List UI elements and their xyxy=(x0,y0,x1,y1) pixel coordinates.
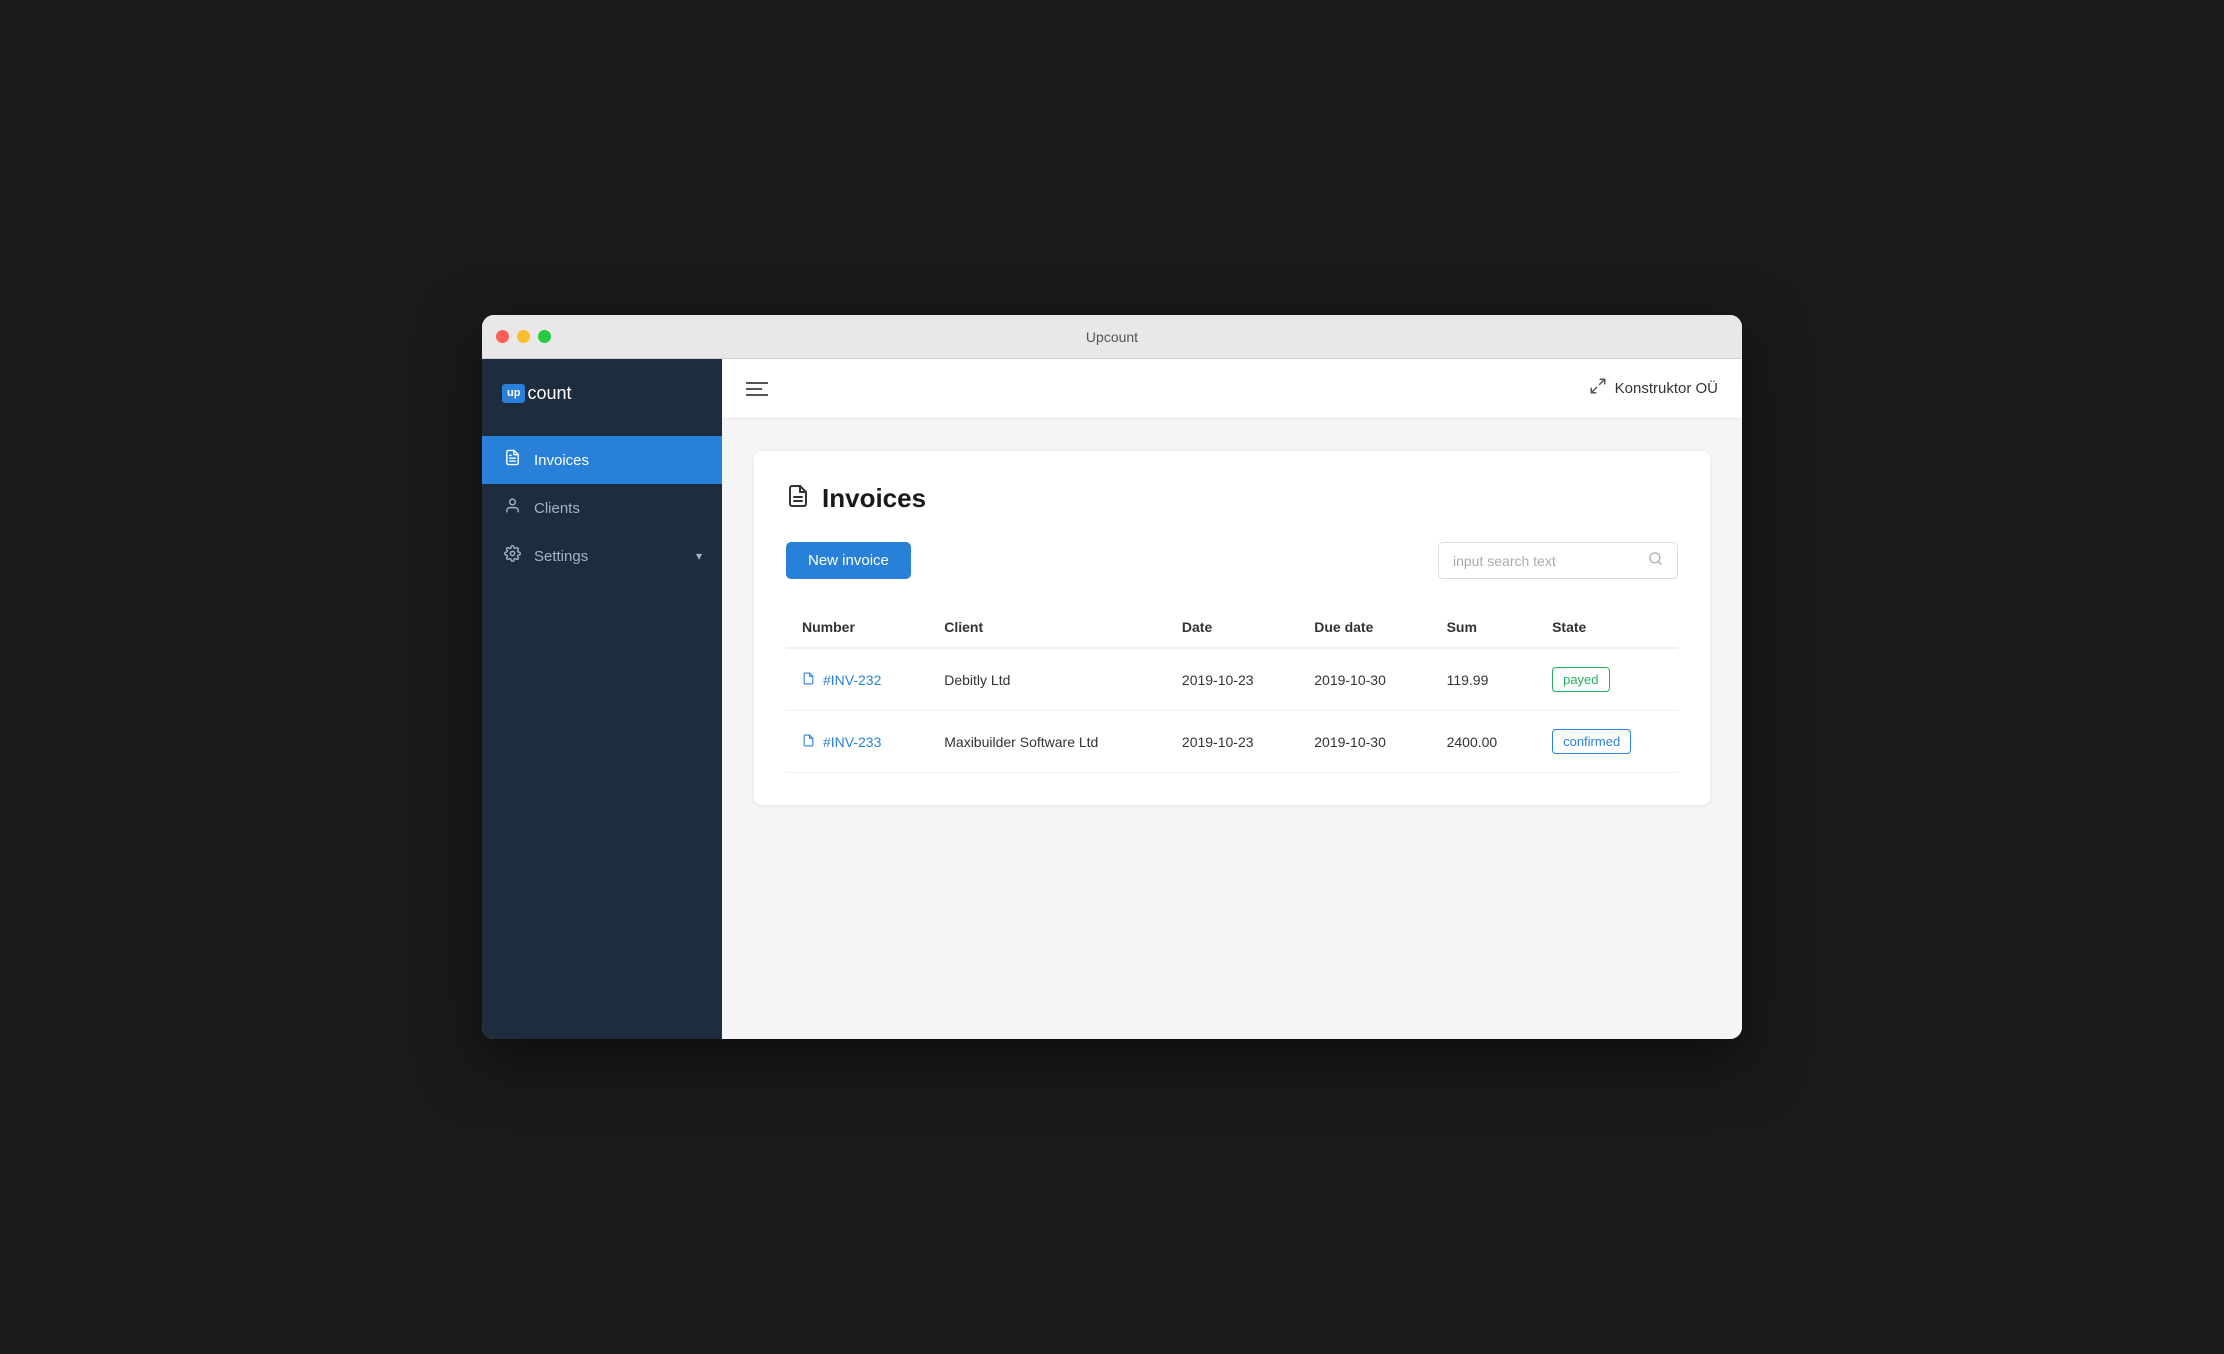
logo-up: up xyxy=(502,384,525,403)
col-state: State xyxy=(1536,607,1678,648)
app-layout: up count Invoices xyxy=(482,359,1742,1039)
cell-sum-0: 119.99 xyxy=(1431,648,1537,711)
cell-number-1: #INV-233 xyxy=(786,711,928,773)
toolbar: New invoice xyxy=(786,542,1678,579)
menu-icon[interactable] xyxy=(746,382,768,396)
cell-date-0: 2019-10-23 xyxy=(1166,648,1298,711)
col-sum: Sum xyxy=(1431,607,1537,648)
search-icon xyxy=(1648,551,1663,570)
content-area: Invoices New invoice xyxy=(722,419,1742,1039)
minimize-button[interactable] xyxy=(517,330,530,343)
sidebar-clients-label: Clients xyxy=(534,500,702,517)
cell-client-1: Maxibuilder Software Ltd xyxy=(928,711,1166,773)
invoice-row-icon-1 xyxy=(802,734,815,750)
window-title: Upcount xyxy=(1086,329,1138,345)
company-icon xyxy=(1589,377,1607,400)
menu-line-2 xyxy=(746,388,762,390)
table-header-row: Number Client Date Due date Sum State xyxy=(786,607,1678,648)
sidebar-nav: Invoices Clients xyxy=(482,436,722,580)
logo: up count xyxy=(482,359,722,428)
company-name: Konstruktor OÜ xyxy=(1615,380,1718,397)
cell-state-1: confirmed xyxy=(1536,711,1678,773)
col-date: Date xyxy=(1166,607,1298,648)
col-due-date: Due date xyxy=(1298,607,1430,648)
cell-sum-1: 2400.00 xyxy=(1431,711,1537,773)
search-input[interactable] xyxy=(1453,553,1640,569)
settings-icon xyxy=(502,545,522,567)
menu-line-1 xyxy=(746,382,768,384)
chevron-down-icon: ▾ xyxy=(696,549,702,563)
table-row: #INV-233 Maxibuilder Software Ltd 2019-1… xyxy=(786,711,1678,773)
cell-state-0: payed xyxy=(1536,648,1678,711)
close-button[interactable] xyxy=(496,330,509,343)
logo-count: count xyxy=(527,383,571,404)
invoices-icon xyxy=(502,449,522,471)
cell-number-0: #INV-232 xyxy=(786,648,928,711)
search-box xyxy=(1438,542,1678,579)
cell-date-1: 2019-10-23 xyxy=(1166,711,1298,773)
invoice-row-icon-0 xyxy=(802,672,815,688)
menu-line-3 xyxy=(746,394,768,396)
page-header: Invoices xyxy=(786,483,1678,514)
company-selector[interactable]: Konstruktor OÜ xyxy=(1589,377,1718,400)
titlebar: Upcount xyxy=(482,315,1742,359)
sidebar: up count Invoices xyxy=(482,359,722,1039)
maximize-button[interactable] xyxy=(538,330,551,343)
sidebar-invoices-label: Invoices xyxy=(534,452,702,469)
col-client: Client xyxy=(928,607,1166,648)
state-badge-1: confirmed xyxy=(1552,729,1631,754)
page-header-icon xyxy=(786,484,810,514)
cell-due-date-0: 2019-10-30 xyxy=(1298,648,1430,711)
state-badge-0: payed xyxy=(1552,667,1609,692)
content-card: Invoices New invoice xyxy=(754,451,1710,805)
cell-due-date-1: 2019-10-30 xyxy=(1298,711,1430,773)
table-body: #INV-232 Debitly Ltd 2019-10-23 2019-10-… xyxy=(786,648,1678,773)
sidebar-item-settings[interactable]: Settings ▾ xyxy=(482,532,722,580)
sidebar-item-invoices[interactable]: Invoices xyxy=(482,436,722,484)
table-header: Number Client Date Due date Sum State xyxy=(786,607,1678,648)
sidebar-settings-label: Settings xyxy=(534,548,684,565)
sidebar-item-clients[interactable]: Clients xyxy=(482,484,722,532)
topbar: Konstruktor OÜ xyxy=(722,359,1742,419)
invoices-table: Number Client Date Due date Sum State xyxy=(786,607,1678,773)
new-invoice-button[interactable]: New invoice xyxy=(786,542,911,579)
cell-client-0: Debitly Ltd xyxy=(928,648,1166,711)
invoice-link-1[interactable]: #INV-233 xyxy=(802,734,912,750)
col-number: Number xyxy=(786,607,928,648)
table-row: #INV-232 Debitly Ltd 2019-10-23 2019-10-… xyxy=(786,648,1678,711)
titlebar-controls xyxy=(496,330,551,343)
page-title: Invoices xyxy=(822,483,926,514)
invoice-link-0[interactable]: #INV-232 xyxy=(802,672,912,688)
app-window: Upcount up count xyxy=(482,315,1742,1039)
clients-icon xyxy=(502,497,522,519)
main-content: Konstruktor OÜ xyxy=(722,359,1742,1039)
